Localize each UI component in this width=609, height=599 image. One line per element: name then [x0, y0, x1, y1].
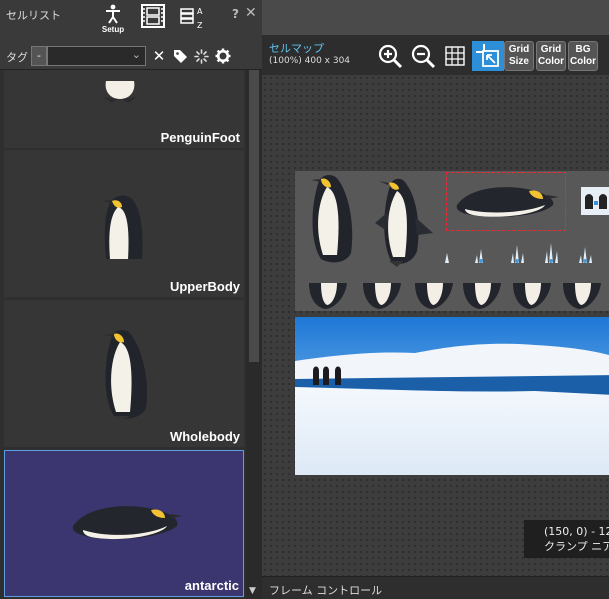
penguin-lying-thumbnail: [72, 506, 183, 540]
svg-text:Z: Z: [197, 21, 203, 30]
grid-size-button[interactable]: Grid Size: [504, 41, 534, 71]
setup-label: Setup: [101, 25, 125, 34]
clear-tag-icon[interactable]: ✕: [150, 47, 168, 65]
clamp-mode: クランプ ニア: [544, 540, 609, 553]
cell-item-wholebody[interactable]: Wholebody: [4, 300, 244, 447]
cell-map-titlebar: [262, 0, 609, 35]
setup-button[interactable]: Setup: [98, 4, 128, 38]
svg-text:A: A: [197, 7, 203, 16]
cell-item-antarctic[interactable]: antarctic: [4, 450, 244, 597]
cell-selection-box[interactable]: [446, 172, 566, 231]
select-cell-button[interactable]: [472, 41, 504, 71]
zoom-out-button[interactable]: [407, 41, 439, 71]
tag-minus-button[interactable]: -: [31, 46, 47, 66]
small-sprite-group: [581, 187, 609, 215]
cell-label: antarctic: [184, 578, 239, 593]
grid-color-button[interactable]: Grid Color: [536, 41, 566, 71]
tag-select[interactable]: ⌄: [47, 46, 146, 66]
bg-color-button[interactable]: BG Color: [568, 41, 598, 71]
zoom-in-button[interactable]: [374, 41, 406, 71]
tag-icon[interactable]: [171, 47, 189, 65]
splash-sprites: [445, 243, 592, 263]
frame-control-bar[interactable]: フレーム コントロール: [262, 576, 609, 599]
grid-size-line1: Grid: [508, 44, 530, 55]
grid-color-line1: Grid: [540, 44, 562, 55]
penguin-feet-sprites: [309, 283, 601, 309]
grid-color-line2: Color: [537, 56, 565, 67]
penguin-standing-sprite: [311, 175, 353, 263]
gear-icon[interactable]: [214, 47, 232, 65]
sort-button[interactable]: A Z: [178, 4, 208, 38]
penguin-walking-sprite: [375, 178, 433, 267]
penguin-foot-thumbnail: [103, 81, 137, 103]
cell-list: PenguinFoot UpperBody Wholebody antarcti…: [0, 70, 246, 599]
cell-list-scrollbar[interactable]: ▼: [246, 70, 262, 599]
sort-az-icon: A Z: [180, 7, 203, 30]
zoom-in-icon: [378, 44, 403, 69]
coordinate-range: (150, 0) - 12: [544, 525, 609, 538]
cell-map-title: セルマップ: [269, 42, 324, 55]
cell-label: UpperBody: [169, 279, 240, 294]
cell-label: PenguinFoot: [160, 130, 240, 145]
cell-map-info: (100%) 400 x 304: [269, 56, 351, 66]
tag-filter-row: タグ - ⌄ ✕: [0, 42, 262, 70]
cell-item-upperbody[interactable]: UpperBody: [4, 150, 244, 297]
animation-button[interactable]: [140, 4, 166, 38]
cell-map-canvas[interactable]: (150, 0) - 12 クランプ ニア: [262, 75, 609, 576]
scrollbar-thumb[interactable]: [249, 70, 259, 362]
bg-color-line1: BG: [575, 44, 591, 55]
grid-size-line2: Size: [508, 56, 529, 67]
cell-map-toolbar: セルマップ (100%) 400 x 304 Grid Size Grid Co…: [262, 35, 609, 75]
frame-control-label: フレーム コントロール: [269, 584, 383, 597]
penguin-wholebody-thumbnail: [104, 330, 148, 420]
scroll-down-arrow-icon[interactable]: ▼: [249, 586, 256, 596]
bg-color-line2: Color: [569, 56, 597, 67]
spinner-icon[interactable]: [192, 47, 210, 65]
help-button[interactable]: ?: [232, 7, 239, 21]
cell-list-panel: セルリスト Setup A Z ? ✕ タグ - ⌄ ✕ PenguinFoot…: [0, 0, 262, 599]
person-icon: [106, 4, 120, 24]
grid-icon: [445, 46, 465, 66]
select-crosshair-icon: [476, 44, 499, 67]
chevron-down-icon: ⌄: [131, 48, 141, 61]
penguin-upperbody-thumbnail: [102, 195, 143, 259]
cell-item-penguinfoot[interactable]: PenguinFoot: [4, 70, 244, 148]
cell-label: Wholebody: [169, 429, 240, 444]
cell-list-header: セルリスト Setup A Z ? ✕: [0, 0, 262, 42]
zoom-out-icon: [411, 44, 436, 69]
panel-title: セルリスト: [6, 9, 61, 22]
film-strip-icon: [141, 4, 165, 28]
coordinate-readout: (150, 0) - 12 クランプ ニア: [524, 520, 609, 558]
close-button[interactable]: ✕: [245, 5, 257, 21]
tag-label: タグ: [6, 51, 28, 64]
antarctic-background-sprite: [295, 317, 609, 475]
grid-toggle-button[interactable]: [439, 41, 471, 71]
cell-map-panel: セルマップ (100%) 400 x 304 Grid Size Grid Co…: [262, 0, 609, 599]
